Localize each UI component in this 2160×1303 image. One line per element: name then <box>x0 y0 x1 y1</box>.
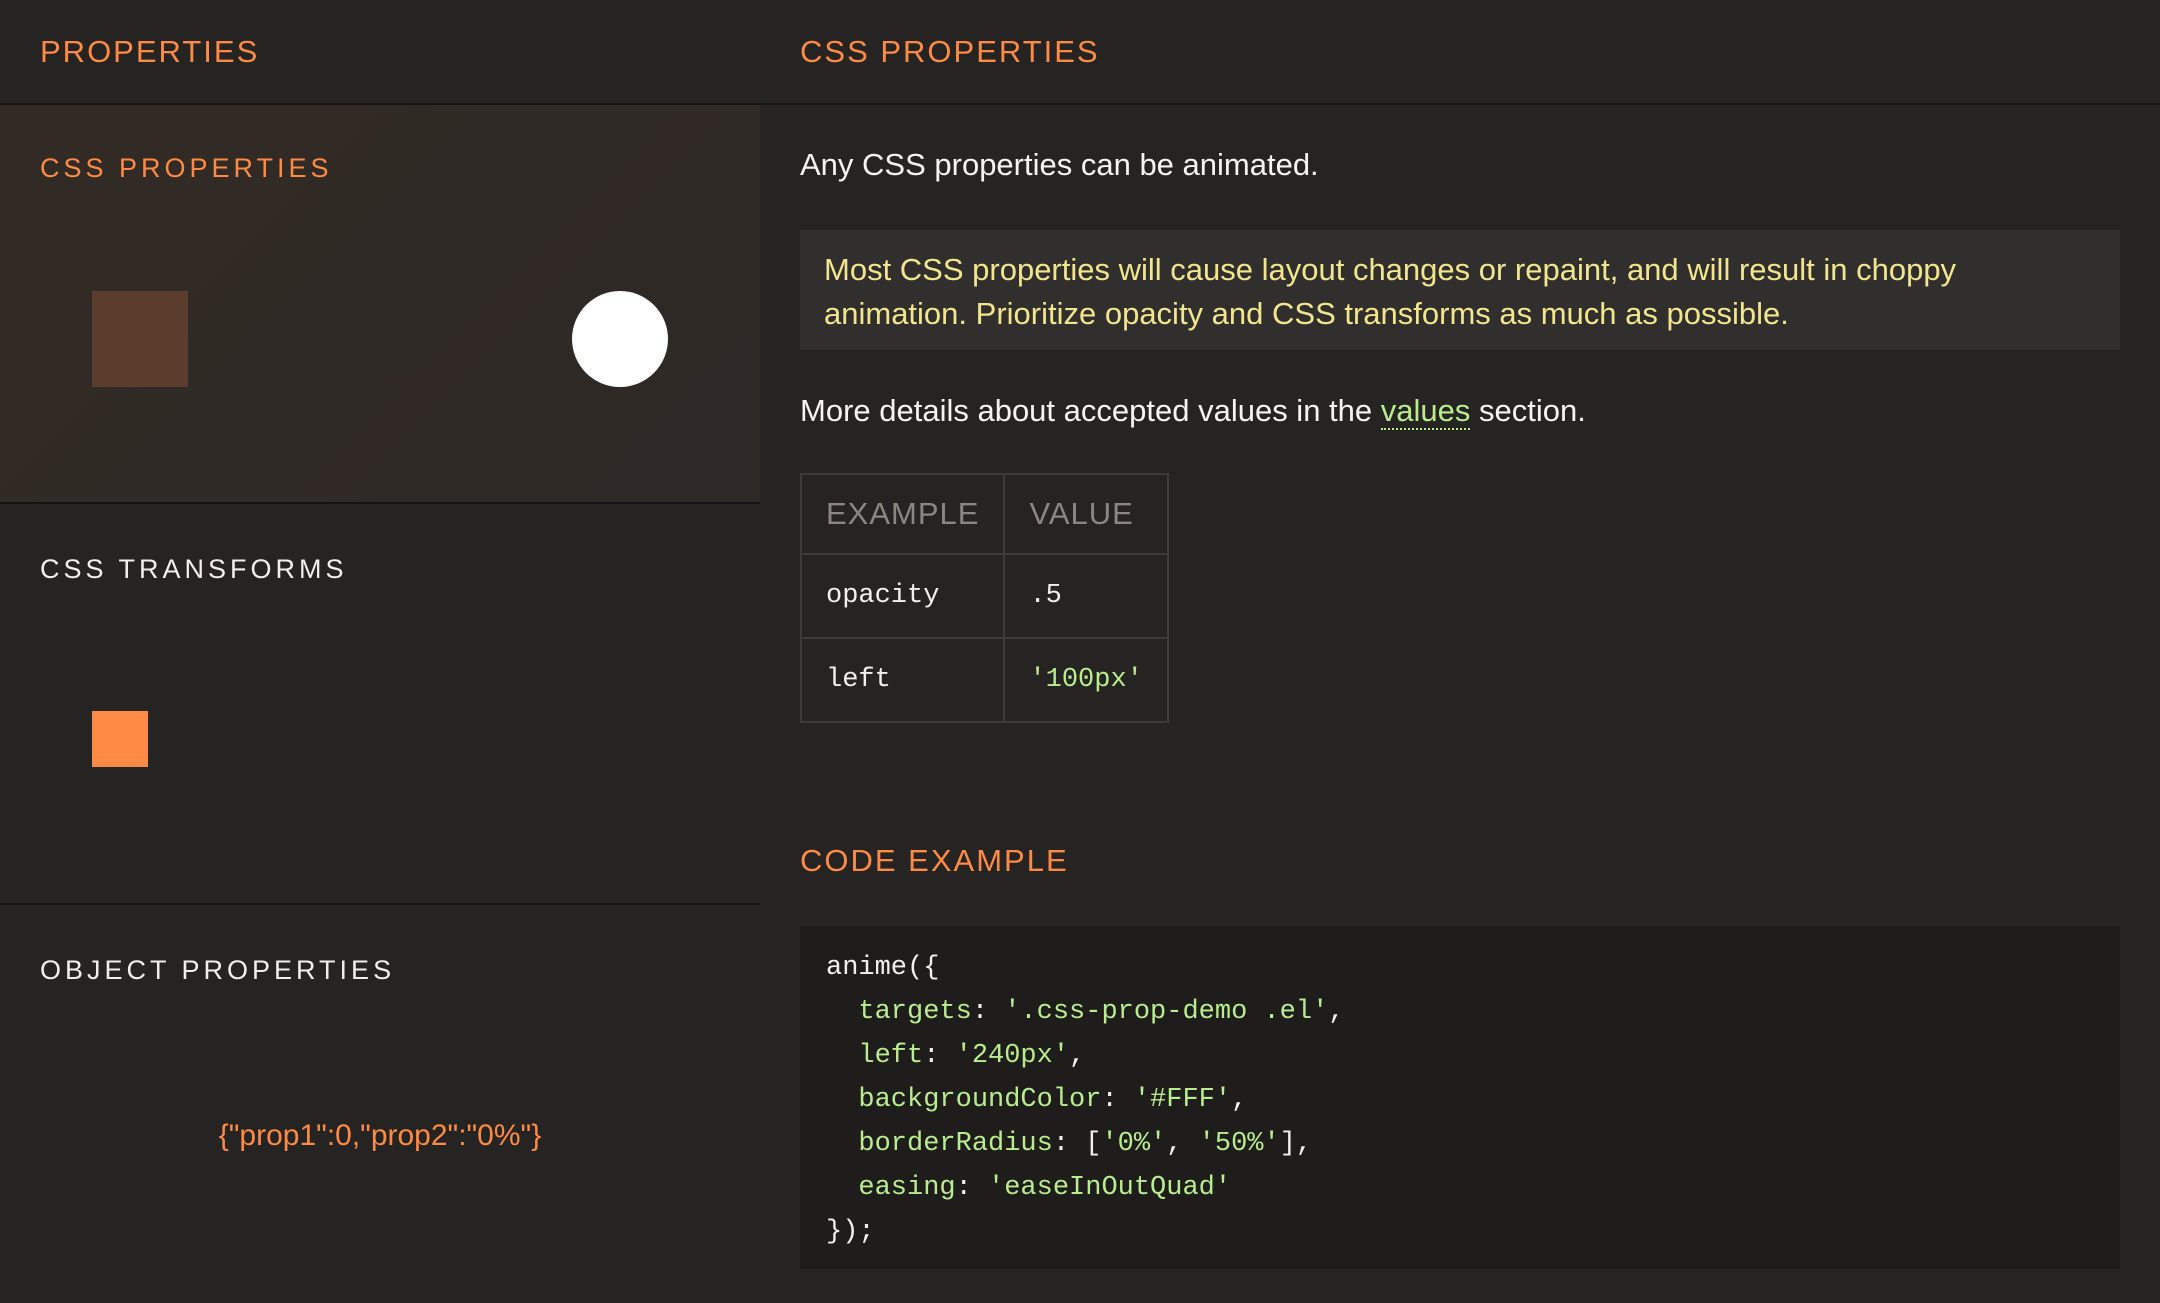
demo-css-transforms[interactable]: CSS TRANSFORMS <box>0 506 760 905</box>
transform-demo-square <box>92 711 148 767</box>
code-line: left: '240px', <box>858 1041 1086 1071</box>
code-string: '0%' <box>1101 1129 1167 1159</box>
table-header-example: EXAMPLE <box>799 473 1006 555</box>
object-properties-readout: {"prop1":0,"prop2":"0%"} <box>218 1119 542 1152</box>
code-key: borderRadius <box>858 1129 1053 1159</box>
code-line: anime({ <box>826 953 940 983</box>
demo-css-properties[interactable]: CSS PROPERTIES <box>0 105 760 504</box>
more-details-before: More details about accepted values in th… <box>800 393 1381 428</box>
demo-object-properties-title: OBJECT PROPERTIES <box>40 955 396 985</box>
table-cell-example: left <box>799 637 1006 723</box>
table-header-row: EXAMPLE VALUE <box>799 473 1169 555</box>
code-line: }); <box>826 1217 875 1247</box>
table-row: left '100px' <box>799 637 1169 723</box>
code-string: '#FFF' <box>1133 1085 1232 1115</box>
css-prop-demo-circle <box>572 291 668 387</box>
code-key: left <box>858 1041 924 1071</box>
left-header: PROPERTIES <box>0 0 760 105</box>
code-line: borderRadius: ['0%', '50%'], <box>858 1129 1313 1159</box>
table-cell-value: '100px' <box>1003 637 1169 723</box>
table-header-value: VALUE <box>1003 473 1169 555</box>
table-row: opacity .5 <box>799 553 1169 639</box>
left-header-title: PROPERTIES <box>40 33 260 69</box>
code-string: '240px' <box>955 1041 1070 1071</box>
performance-callout: Most CSS properties will cause layout ch… <box>800 230 2120 350</box>
demo-css-properties-title: CSS PROPERTIES <box>40 153 333 183</box>
more-details-after: section. <box>1470 393 1586 428</box>
more-details-text: More details about accepted values in th… <box>800 393 1586 430</box>
demo-object-properties[interactable]: OBJECT PROPERTIES {"prop1":0,"prop2":"0%… <box>0 907 760 1303</box>
values-link[interactable]: values <box>1380 393 1471 430</box>
code-key: targets <box>858 997 972 1027</box>
code-string: '50%' <box>1198 1129 1280 1159</box>
table-cell-example: opacity <box>799 553 1006 639</box>
code-example-block: anime({ targets: '.css-prop-demo .el', l… <box>800 926 2120 1269</box>
code-line: targets: '.css-prop-demo .el', <box>858 997 1345 1027</box>
right-header-title: CSS PROPERTIES <box>800 33 1100 69</box>
code-line: backgroundColor: '#FFF', <box>858 1085 1248 1115</box>
right-header: CSS PROPERTIES <box>760 0 2160 105</box>
css-prop-demo-square <box>92 291 188 387</box>
code-line: easing: 'easeInOutQuad' <box>858 1173 1232 1203</box>
demo-sidebar: PROPERTIES CSS PROPERTIES CSS TRANSFORMS… <box>0 0 760 1303</box>
code-key: easing <box>858 1173 956 1203</box>
intro-text: Any CSS properties can be animated. <box>800 147 1319 182</box>
demo-css-transforms-title: CSS TRANSFORMS <box>40 554 348 584</box>
table-cell-value: .5 <box>1003 553 1169 639</box>
examples-table: EXAMPLE VALUE opacity .5 left '100px' <box>799 473 1169 723</box>
code-string: 'easeInOutQuad' <box>988 1173 1232 1203</box>
code-example-title: CODE EXAMPLE <box>800 843 1069 878</box>
code-key: backgroundColor <box>858 1085 1102 1115</box>
code-string: '.css-prop-demo .el' <box>1004 997 1329 1027</box>
